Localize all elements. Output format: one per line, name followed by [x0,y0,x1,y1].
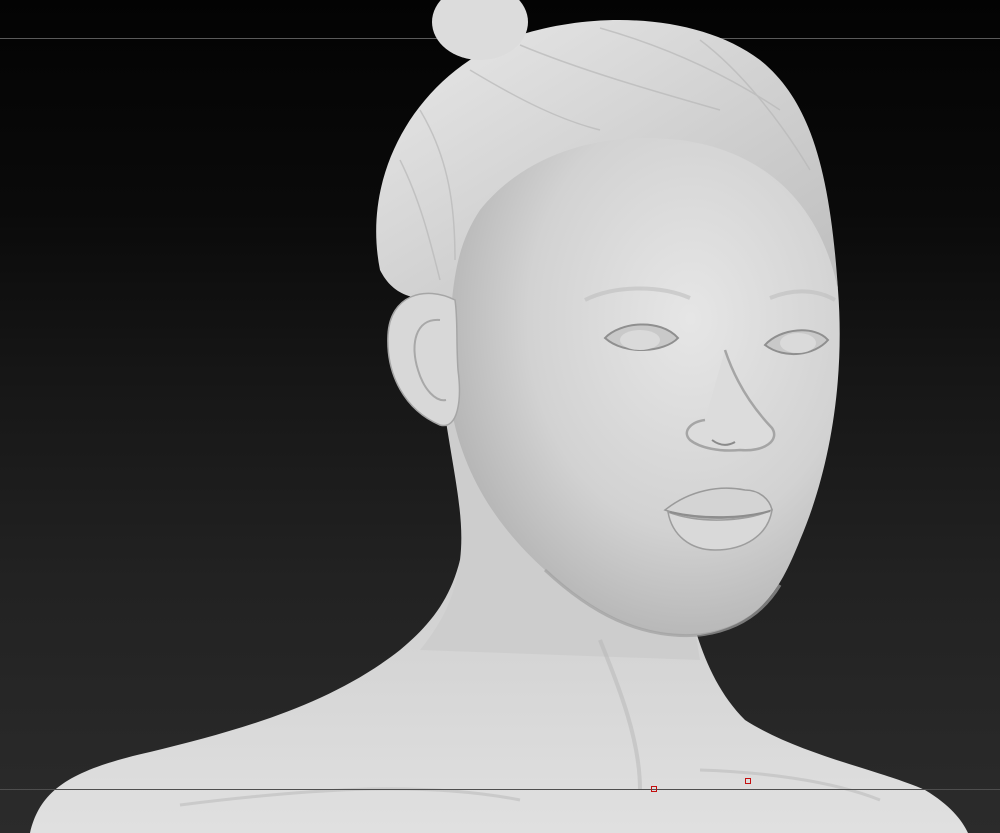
sculpt-viewport[interactable] [0,0,1000,833]
selection-marker[interactable] [745,778,751,784]
female-head-bust-sculpt-icon[interactable] [0,0,1000,833]
selection-marker[interactable] [651,786,657,792]
viewport-guide-line-bottom [0,789,1000,790]
